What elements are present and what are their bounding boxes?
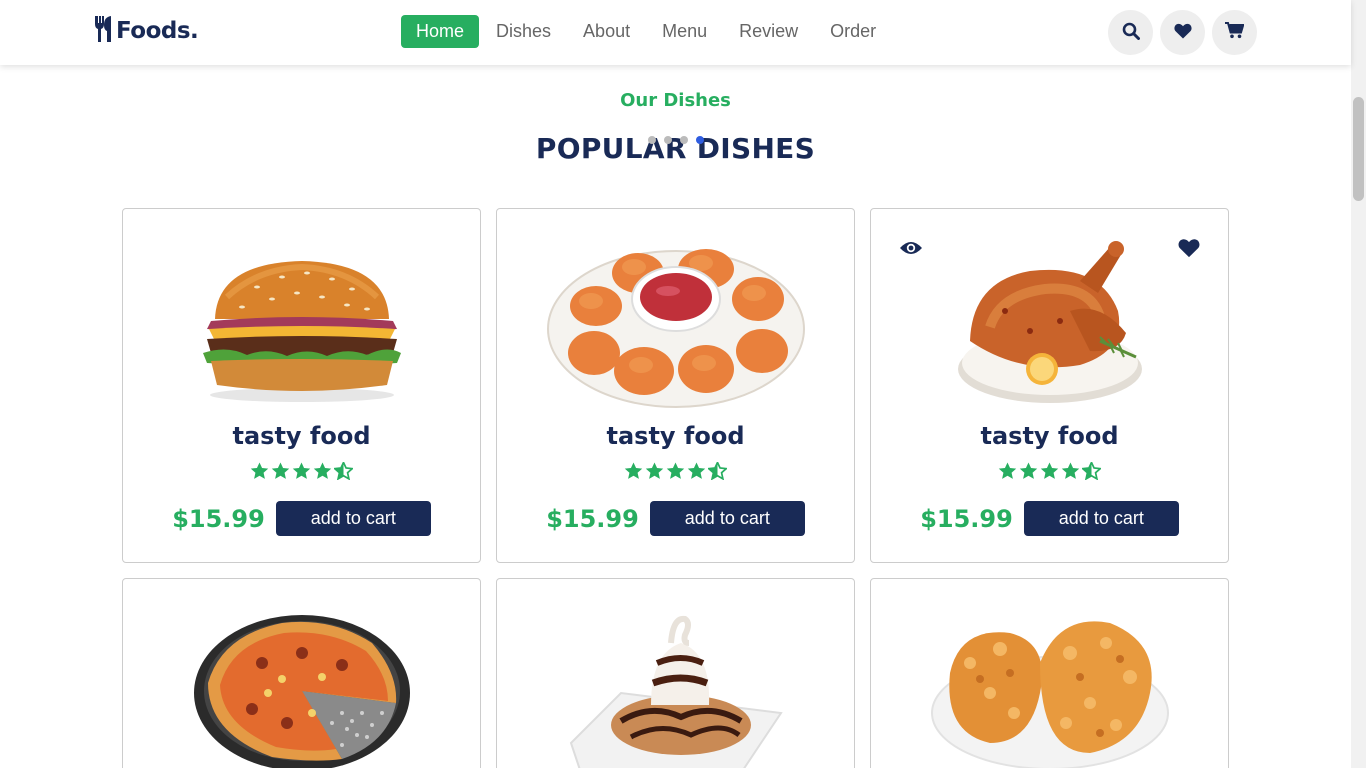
carousel-dot[interactable] (680, 136, 688, 144)
nav-review[interactable]: Review (724, 15, 813, 48)
star-half-icon (708, 462, 727, 480)
cart-button[interactable] (1212, 10, 1257, 55)
star-icon (1061, 462, 1080, 479)
star-icon (645, 462, 664, 479)
star-icon (687, 462, 706, 479)
dish-card (122, 578, 481, 768)
eye-icon[interactable] (899, 239, 923, 261)
header: Foods. Home Dishes About Menu Review Ord… (0, 0, 1351, 65)
logo[interactable]: Foods. (94, 16, 199, 46)
dish-price: $15.99 (172, 504, 265, 533)
pizza-image (192, 613, 412, 768)
nav-order[interactable]: Order (815, 15, 891, 48)
star-icon (1040, 462, 1059, 479)
burger-image (197, 257, 407, 411)
carousel-dot-active[interactable] (696, 136, 704, 144)
dish-title: tasty food (232, 422, 371, 450)
scrollbar-thumb[interactable] (1353, 97, 1364, 201)
chicken-nuggets-image (546, 241, 806, 415)
fried-chicken-image (930, 613, 1170, 768)
dish-card (870, 578, 1229, 768)
search-icon (1122, 22, 1140, 44)
search-button[interactable] (1108, 10, 1153, 55)
heart-icon (1173, 23, 1192, 43)
dish-card: tasty food $15.99 add to cart (870, 208, 1229, 563)
wishlist-button[interactable] (1160, 10, 1205, 55)
nav-about[interactable]: About (568, 15, 645, 48)
rating-stars (497, 462, 854, 480)
dish-price: $15.99 (546, 504, 639, 533)
star-icon (271, 462, 290, 479)
star-icon (624, 462, 643, 479)
add-to-cart-button[interactable]: add to cart (649, 501, 805, 536)
dish-card (496, 578, 855, 768)
price-row: $15.99 add to cart (123, 501, 480, 536)
logo-text: Foods. (116, 18, 199, 44)
carousel-dots (648, 136, 704, 144)
heart-icon[interactable] (1178, 238, 1200, 262)
header-icons (1108, 10, 1257, 55)
dish-title: tasty food (606, 422, 745, 450)
star-icon (998, 462, 1017, 479)
carousel-dot[interactable] (664, 136, 672, 144)
dish-title: tasty food (980, 422, 1119, 450)
chocolate-dessert-image (561, 613, 791, 768)
star-icon (666, 462, 685, 479)
add-to-cart-button[interactable]: add to cart (1023, 501, 1179, 536)
rating-stars (871, 462, 1228, 480)
utensils-icon (94, 16, 114, 46)
scrollbar[interactable] (1351, 0, 1366, 768)
add-to-cart-button[interactable]: add to cart (275, 501, 431, 536)
cart-icon (1225, 22, 1245, 43)
price-row: $15.99 add to cart (497, 501, 854, 536)
section-sub-heading: Our Dishes (620, 90, 731, 111)
star-half-icon (334, 462, 353, 480)
nav-home[interactable]: Home (401, 15, 480, 48)
price-row: $15.99 add to cart (871, 501, 1228, 536)
star-icon (250, 462, 269, 479)
nav-menu[interactable]: Menu (647, 15, 722, 48)
star-icon (292, 462, 311, 479)
dish-card: tasty food $15.99 add to cart (122, 208, 481, 563)
carousel-dot[interactable] (648, 136, 656, 144)
star-icon (313, 462, 332, 479)
star-half-icon (1082, 462, 1101, 480)
main-nav: Home Dishes About Menu Review Order (401, 15, 893, 48)
star-icon (1019, 462, 1038, 479)
dish-price: $15.99 (920, 504, 1013, 533)
nav-dishes[interactable]: Dishes (481, 15, 566, 48)
rating-stars (123, 462, 480, 480)
dish-card: tasty food $15.99 add to cart (496, 208, 855, 563)
roast-chicken-image (950, 241, 1150, 415)
